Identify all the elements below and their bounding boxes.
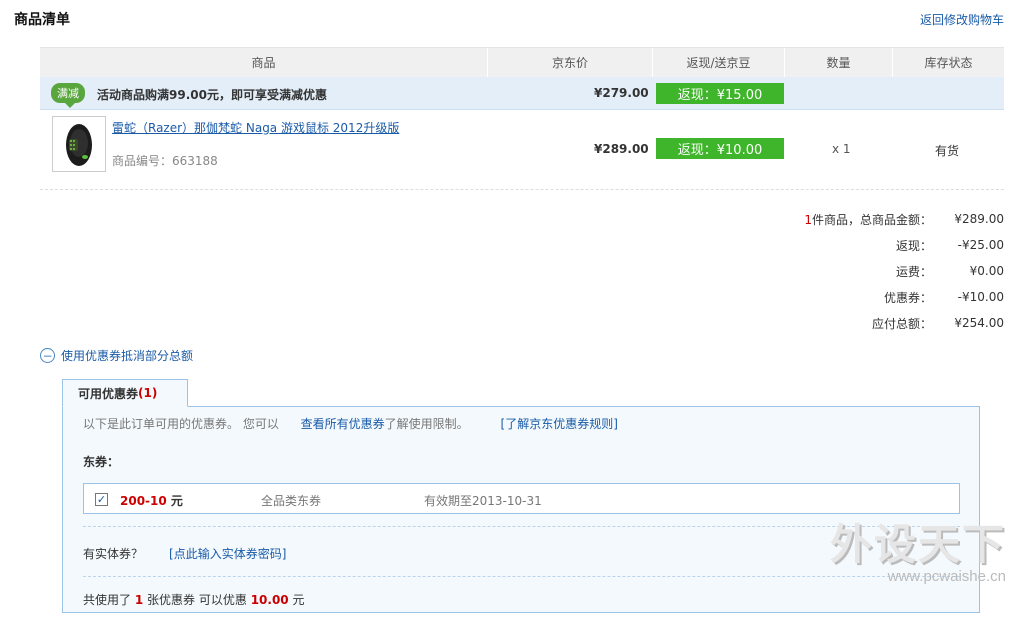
coupon-amount-value: 200-10: [120, 494, 167, 508]
table-header: 商品 京东价 返现/送京豆 数量 库存状态: [40, 47, 1004, 77]
collapse-icon[interactable]: −: [40, 348, 55, 363]
watermark-main: 外设天下: [829, 520, 1006, 569]
tab-available-coupons[interactable]: 可用优惠券 (1): [62, 379, 188, 407]
coupon-intro-suffix: 了解使用限制。: [384, 417, 469, 431]
column-header-product: 商品: [40, 48, 488, 77]
order-summary: 1件商品，总商品金额： ¥289.00 返现： -¥25.00 运费： ¥0.0…: [704, 206, 1004, 336]
coupon-type: 全品类东券: [261, 494, 322, 508]
coupon-intro: 以下是此订单可用的优惠券。 您可以 查看所有优惠券了解使用限制。 [了解京东优惠…: [83, 415, 618, 432]
coupon-toggle-label[interactable]: 使用优惠券抵消部分总额: [61, 347, 193, 364]
summary-count-suffix: 件商品，总商品金额：: [811, 212, 932, 227]
column-header-stock: 库存状态: [924, 56, 973, 70]
column-header-cashback: 返现/送京豆: [653, 48, 785, 77]
column-header-quantity: 数量: [785, 48, 893, 77]
coupon-intro-text: 以下是此订单可用的优惠券。 您可以: [83, 417, 279, 431]
usage-suffix: 元: [292, 593, 305, 607]
summary-shipping-label: 运费：: [895, 264, 932, 279]
coupon-checkbox[interactable]: ✓: [95, 493, 108, 506]
mouse-icon: [66, 124, 92, 166]
summary-cashback-label: 返现：: [895, 238, 932, 253]
enter-physical-coupon-link[interactable]: [点此输入实体券密码]: [169, 547, 286, 561]
usage-mid: 张优惠券 可以优惠: [147, 593, 247, 607]
summary-total-value: ¥289.00: [954, 212, 1004, 226]
physical-coupon-row: 有实体券？ [点此输入实体券密码]: [83, 545, 286, 562]
table-row: 雷蛇（Razer）那伽梵蛇 Naga 游戏鼠标 2012升级版 商品编号：663…: [40, 110, 1004, 190]
product-name-link[interactable]: 雷蛇（Razer）那伽梵蛇 Naga 游戏鼠标 2012升级版: [112, 119, 399, 136]
usage-amount: 10.00: [250, 593, 289, 607]
product-stock-status: 有货: [935, 144, 960, 158]
column-header-price: 京东价: [488, 48, 653, 77]
promo-price: ¥279.00: [594, 86, 649, 100]
tab-label: 可用优惠券: [78, 386, 139, 401]
coupon-amount-unit: 元: [170, 494, 183, 508]
coupon-rules-link[interactable]: [了解京东优惠券规则]: [501, 417, 618, 431]
coupon-usage-summary: 共使用了 1 张优惠券 可以优惠 10.00 元: [83, 591, 305, 608]
divider: [83, 576, 960, 577]
promo-text: 活动商品购满99.00元，即可享受满减优惠: [97, 88, 327, 102]
coupon-toggle[interactable]: − 使用优惠券抵消部分总额: [40, 347, 193, 364]
coupon-amount: 200-10 元: [120, 492, 183, 509]
summary-cashback-value: -¥25.00: [957, 238, 1004, 252]
promo-row: 满减 活动商品购满99.00元，即可享受满减优惠 ¥279.00 返现：¥15.…: [40, 77, 1004, 110]
page-title: 商品清单: [14, 12, 70, 28]
physical-coupon-label: 有实体券？: [83, 547, 144, 561]
summary-coupon-value: -¥10.00: [957, 290, 1004, 304]
jd-coupon-section-label: 东券：: [83, 455, 120, 469]
usage-count: 1: [134, 593, 144, 607]
coupon-expiry: 有效期至2013-10-31: [424, 494, 542, 508]
product-code: 商品编号：663188: [112, 154, 218, 168]
coupon-item[interactable]: ✓ 200-10 元 全品类东券 有效期至2013-10-31: [83, 483, 960, 514]
divider: [83, 526, 960, 527]
product-thumbnail[interactable]: [52, 116, 106, 172]
summary-total-label: 1件商品，总商品金额：: [704, 211, 932, 228]
summary-item-count: 1: [804, 212, 812, 227]
promo-badge: 满减: [51, 83, 85, 108]
product-cashback-badge: 返现：¥10.00: [656, 138, 784, 159]
tab-count: (1): [138, 386, 158, 400]
summary-payable-label: 应付总额：: [871, 316, 932, 331]
back-to-cart-link[interactable]: 返回修改购物车: [920, 11, 1004, 28]
product-price: ¥289.00: [594, 142, 649, 156]
usage-prefix: 共使用了: [83, 593, 132, 607]
summary-shipping-value: ¥0.00: [969, 264, 1004, 278]
promo-cashback-badge: 返现：¥15.00: [656, 83, 784, 104]
product-quantity: x 1: [832, 142, 851, 156]
summary-coupon-label: 优惠券：: [883, 290, 932, 305]
watermark-url: www.pcwaishe.cn: [887, 568, 1006, 585]
watermark-logo: 外设天下 www.pcwaishe.cn: [829, 520, 1006, 586]
product-table: 商品 京东价 返现/送京豆 数量 库存状态 满减 活动商品购满99.00元，即可…: [40, 47, 1004, 190]
view-all-coupons-link[interactable]: 查看所有优惠券: [301, 417, 385, 431]
summary-payable-value: ¥254.00: [954, 316, 1004, 330]
